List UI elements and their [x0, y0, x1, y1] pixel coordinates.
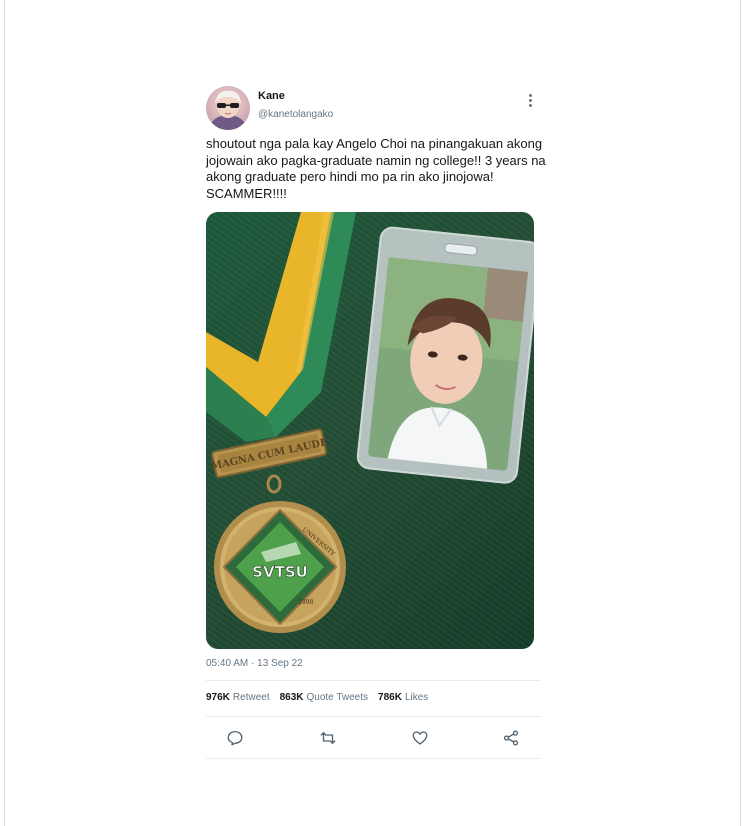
retweets-stat[interactable]: 976K Retweet: [206, 692, 270, 703]
tweet-text: shoutout nga pala kay Angelo Choi na pin…: [206, 136, 546, 201]
display-name[interactable]: Kane: [258, 90, 285, 102]
retweet-button[interactable]: [316, 726, 340, 750]
medal: SVTSU UNIVERSITY 1998: [214, 501, 346, 633]
quotes-count: 863K: [279, 692, 304, 703]
share-icon: [503, 730, 519, 746]
tweet-stats: 976K Retweet 863K Quote Tweets 786K Likes: [206, 692, 428, 703]
retweets-label: Retweet: [232, 692, 270, 703]
likes-count: 786K: [378, 692, 402, 703]
avatar[interactable]: [206, 86, 250, 130]
heart-icon: [412, 731, 428, 745]
tweet-card: Kane @kanetolangako shoutout nga pala ka…: [196, 78, 551, 760]
medal-ribbon: [206, 212, 356, 442]
retweet-icon: [320, 732, 336, 744]
divider-bottom: [206, 758, 541, 759]
divider-top: [206, 680, 541, 681]
photocard-holder: [356, 226, 534, 484]
more-vertical-icon[interactable]: [522, 92, 538, 108]
quotes-label: Quote Tweets: [306, 692, 369, 703]
tweet-actions: [196, 726, 551, 750]
medal-center-text: SVTSU: [252, 563, 308, 581]
medal-year-text: 1998: [298, 599, 313, 606]
divider-middle: [206, 716, 541, 717]
tweet-photo[interactable]: MAGNA CUM LAUDE SVTSU UNIVERSITY 1998: [206, 212, 534, 649]
reply-button[interactable]: [223, 726, 247, 750]
quotes-stat[interactable]: 863K Quote Tweets: [280, 692, 368, 703]
reply-icon: [227, 730, 243, 746]
likes-label: Likes: [404, 692, 429, 703]
user-handle[interactable]: @kanetolangako: [258, 109, 333, 120]
share-button[interactable]: [499, 726, 523, 750]
retweets-count: 976K: [206, 692, 230, 703]
tweet-timestamp[interactable]: 05:40 AM · 13 Sep 22: [206, 658, 303, 669]
likes-stat[interactable]: 786K Likes: [378, 692, 428, 703]
like-button[interactable]: [408, 726, 432, 750]
